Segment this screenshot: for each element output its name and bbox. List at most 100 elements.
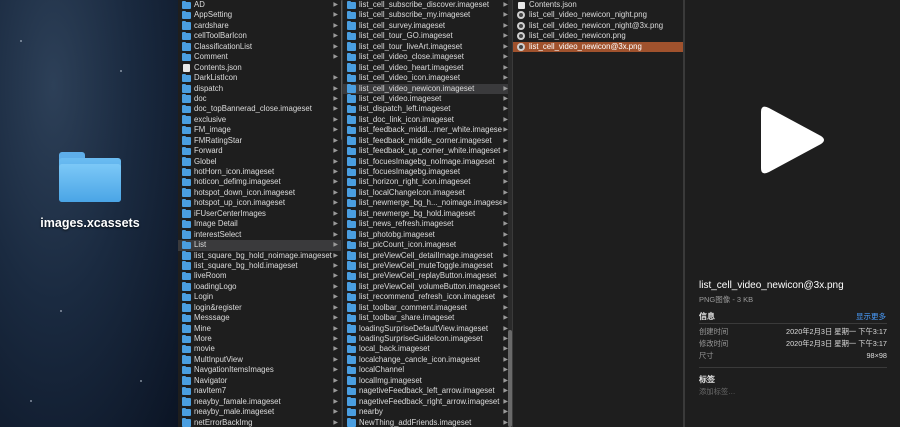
column1-item[interactable]: neayby_famale.imageset ▶ [178,397,342,407]
column2-item[interactable]: nearby ▶ [343,407,512,417]
column2-item[interactable]: list_cell_video_newicon.imageset ▶ [343,83,512,94]
column1-item[interactable]: Contents.json [178,63,342,73]
finder-column-2[interactable]: list_cell_subscribe_discover.imageset ▶ li… [343,0,513,427]
column1-item[interactable]: doc ▶ [178,94,342,104]
column2-item[interactable]: nagetiveFeedback_right_arrow.imageset ▶ [343,397,512,407]
column2-item[interactable]: list_feedback_middle_corner.imageset ▶ [343,136,512,146]
column2-item[interactable]: loadingSurpriseGuideIcon.imageset ▶ [343,334,512,344]
column1-item[interactable]: list_square_bg_hold.imageset ▶ [178,261,342,271]
column1-item[interactable]: Image Detail ▶ [178,219,342,229]
column2-item[interactable]: list_cell_subscribe_discover.imageset ▶ [343,0,512,10]
column2-item[interactable]: list_feedback_up_corner_white.imageset ▶ [343,146,512,156]
column1-item[interactable]: doc_topBannerad_close.imageset ▶ [178,104,342,114]
column2-item[interactable]: list_horizon_right_icon.imageset ▶ [343,177,512,187]
chevron-right-icon: ▶ [333,304,338,311]
column2-item[interactable]: list_newmerge_bg_h..._noimage.imageset ▶ [343,198,512,208]
column1-item[interactable]: hoticon_defimg.imageset ▶ [178,177,342,187]
column2-item[interactable]: localChannel ▶ [343,365,512,375]
column1-item[interactable]: exclusive ▶ [178,115,342,125]
finder-column-3[interactable]: Contents.json list_cell_video_newicon_nig… [513,0,684,427]
column1-item[interactable]: AppSetting ▶ [178,10,342,20]
column2-item[interactable]: list_news_refresh.imageset ▶ [343,219,512,229]
column1-item[interactable]: cardshare ▶ [178,21,342,31]
column1-item[interactable]: FM_image ▶ [178,125,342,135]
column2-item[interactable]: loadingSurpriseDefaultView.imageset ▶ [343,324,512,334]
column2-item[interactable]: list_cell_video_icon.imageset ▶ [343,73,512,83]
scrollbar-thumb[interactable] [508,330,512,427]
column1-item[interactable]: Globel ▶ [178,157,342,167]
column3-item-label: list_cell_video_newicon@3x.png [529,41,642,51]
column1-item[interactable]: interestSelect ▶ [178,230,342,240]
column2-item[interactable]: list_cell_subscribe_my.imageset ▶ [343,10,512,20]
column1-item[interactable]: Mine ▶ [178,324,342,334]
folder-icon [347,261,356,270]
column1-item[interactable]: Forward ▶ [178,146,342,156]
column2-item[interactable]: list_photobg.imageset ▶ [343,230,512,240]
column1-item[interactable]: list_square_bg_hold_noimage.imageset ▶ [178,251,342,261]
column1-item[interactable]: Messsage ▶ [178,313,342,323]
column1-item[interactable]: MultInputView ▶ [178,355,342,365]
divider [699,367,887,368]
column2-item[interactable]: list_cell_video_close.imageset ▶ [343,52,512,62]
column1-item[interactable]: Navigator ▶ [178,376,342,386]
column2-item[interactable]: list_toolbar_comment.imageset ▶ [343,303,512,313]
column1-item[interactable]: hotspot_down_icon.imageset ▶ [178,188,342,198]
column2-item[interactable]: list_picCount_icon.imageset ▶ [343,240,512,250]
column2-item[interactable]: nagetiveFeedback_left_arrow.imageset ▶ [343,386,512,396]
column2-item[interactable]: localImg.imageset ▶ [343,376,512,386]
column3-item[interactable]: list_cell_video_newicon_night@3x.png [513,21,683,31]
column3-item[interactable]: Contents.json [513,0,683,10]
column1-item[interactable]: DarkListIcon ▶ [178,73,342,83]
column1-item[interactable]: List ▶ [178,240,342,251]
column2-item[interactable]: list_newmerge_bg_hold.imageset ▶ [343,209,512,219]
column3-item[interactable]: list_cell_video_newicon@3x.png [513,41,683,53]
column1-item[interactable]: cellToolBarIcon ▶ [178,31,342,41]
column3-item[interactable]: list_cell_video_newicon.png [513,31,683,41]
column2-item[interactable]: list_preViewCell_detailImage.imageset ▶ [343,251,512,261]
show-more-link[interactable]: 显示更多 [856,311,886,322]
column1-item[interactable]: ClassificationList ▶ [178,42,342,52]
column2-item[interactable]: list_focuesImagebg.imageset ▶ [343,167,512,177]
column2-item[interactable]: list_preViewCell_replayButton.imageset ▶ [343,271,512,281]
column2-item[interactable]: list_localChangeIcon.imageset ▶ [343,188,512,198]
column1-item[interactable]: dispatch ▶ [178,84,342,94]
column1-item[interactable]: NavgationItemsImages ▶ [178,365,342,375]
column2-item[interactable]: list_doc_link_icon.imageset ▶ [343,115,512,125]
column1-item[interactable]: iFUserCenterImages ▶ [178,209,342,219]
column2-item[interactable]: list_toolbar_share.imageset ▶ [343,313,512,323]
column2-item[interactable]: list_feedback_middl...rner_white.imagese… [343,125,512,135]
column2-item[interactable]: list_dispatch_left.imageset ▶ [343,104,512,114]
column2-item[interactable]: list_cell_tour_GO.imageset ▶ [343,31,512,41]
column1-item[interactable]: Login ▶ [178,292,342,302]
column2-item[interactable]: list_cell_video.imageset ▶ [343,94,512,104]
column1-item[interactable]: netErrorBackImg ▶ [178,418,342,427]
column2-item[interactable]: list_cell_video_heart.imageset ▶ [343,63,512,73]
finder-column-1[interactable]: AD ▶ AppSetting ▶ cardshare ▶ cellToolBarIcon ▶… [178,0,343,427]
column2-item[interactable]: NewThing_addFriends.imageset ▶ [343,418,512,427]
column3-item[interactable]: list_cell_video_newicon_night.png [513,10,683,20]
column1-item[interactable]: movie ▶ [178,344,342,354]
column2-item[interactable]: list_preViewCell_volumeButton.imageset ▶ [343,282,512,292]
column2-item[interactable]: list_recommend_refresh_icon.imageset ▶ [343,292,512,302]
column2-item[interactable]: list_preViewCell_muteToggle.imageset ▶ [343,261,512,271]
column2-item[interactable]: list_cell_survey.imageset ▶ [343,21,512,31]
column1-item[interactable]: FMRatingStar ▶ [178,136,342,146]
column1-item[interactable]: login&register ▶ [178,303,342,313]
column2-item[interactable]: list_focuesImagebg_noImage.imageset ▶ [343,157,512,167]
tags-input[interactable]: 添加标签… [699,387,735,397]
column1-item[interactable]: hotspot_up_icon.imageset ▶ [178,198,342,208]
column1-item[interactable]: Comment ▶ [178,52,342,62]
column1-item[interactable]: hotHorn_icon.imageset ▶ [178,167,342,177]
folder-icon [347,209,356,218]
column1-item[interactable]: neayby_male.imageset ▶ [178,407,342,417]
column1-item[interactable]: navItem7 ▶ [178,386,342,396]
column1-item[interactable]: loadingLogo ▶ [178,282,342,292]
column2-item[interactable]: localchange_cancle_icon.imageset ▶ [343,355,512,365]
column1-item[interactable]: liveRoom ▶ [178,271,342,281]
column1-item[interactable]: AD ▶ [178,0,342,10]
column2-item[interactable]: list_cell_tour_liveArt.imageset ▶ [343,42,512,52]
column2-item[interactable]: local_back.imageset ▶ [343,344,512,354]
column1-item[interactable]: More ▶ [178,334,342,344]
desktop-folder[interactable]: images.xcassets [40,152,140,230]
column1-item-label: Navigator [194,375,228,385]
